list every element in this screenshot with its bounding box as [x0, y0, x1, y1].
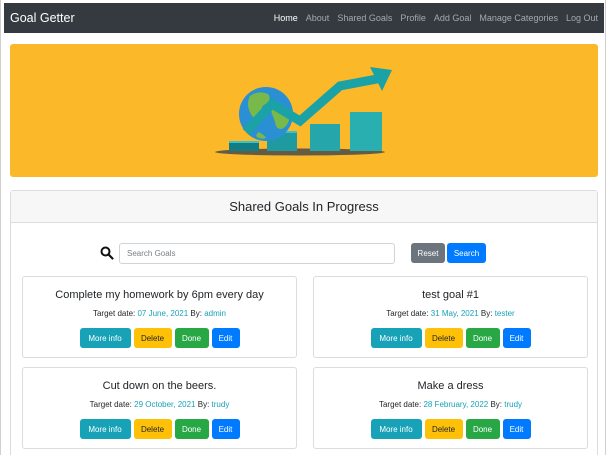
goal-date: 28 February, 2022	[423, 400, 489, 409]
by-label: By:	[480, 309, 493, 318]
done-button[interactable]: Done	[174, 419, 209, 439]
page: Goal Getter Home About Shared Goals Prof…	[0, 0, 606, 455]
delete-button[interactable]: Delete	[424, 328, 463, 348]
edit-button[interactable]: Edit	[502, 328, 531, 348]
card-header: Shared Goals In Progress	[11, 191, 597, 223]
done-button[interactable]: Done	[465, 328, 500, 348]
goal-user-link[interactable]: admin	[204, 309, 226, 318]
reset-button[interactable]: Reset	[411, 243, 445, 263]
by-label: By:	[197, 400, 210, 409]
more-info-button[interactable]: More info	[79, 419, 131, 439]
nav-about[interactable]: About	[306, 13, 330, 23]
nav-manage-categories[interactable]: Manage Categories	[479, 13, 558, 23]
goal-actions: More info Delete Done Edit	[314, 419, 587, 439]
goal-meta: Target date: 28 February, 2022 By: trudy	[314, 400, 587, 409]
edit-button[interactable]: Edit	[502, 419, 531, 439]
goal-meta: Target date: 31 May, 2021 By: tester	[314, 309, 587, 318]
nav-shared-goals[interactable]: Shared Goals	[337, 13, 392, 23]
goal-actions: More info Delete Done Edit	[23, 328, 296, 348]
goal-card: Cut down on the beers. Target date: 29 O…	[22, 367, 297, 449]
delete-button[interactable]: Delete	[133, 328, 172, 348]
hero-banner	[10, 44, 598, 177]
growth-chart-illustration	[215, 67, 392, 156]
goal-card: Complete my homework by 6pm every day Ta…	[22, 276, 297, 358]
target-date-label: Target date:	[386, 309, 429, 318]
goal-date: 29 October, 2021	[134, 400, 196, 409]
search-button[interactable]: Search	[447, 243, 486, 263]
nav-home[interactable]: Home	[274, 13, 298, 23]
goal-actions: More info Delete Done Edit	[314, 328, 587, 348]
nav-profile[interactable]: Profile	[400, 13, 426, 23]
goal-actions: More info Delete Done Edit	[23, 419, 296, 439]
goal-title: Cut down on the beers.	[102, 380, 217, 392]
delete-button[interactable]: Delete	[133, 419, 172, 439]
target-date-label: Target date:	[89, 400, 132, 409]
brand-link[interactable]: Goal Getter	[10, 11, 75, 25]
goal-date: 07 June, 2021	[137, 309, 189, 318]
goal-user-link[interactable]: trudy	[504, 400, 522, 409]
edit-button[interactable]: Edit	[211, 328, 240, 348]
goal-user-link[interactable]: trudy	[212, 400, 230, 409]
goal-card: test goal #1 Target date: 31 May, 2021 B…	[313, 276, 588, 358]
target-date-label: Target date:	[378, 400, 422, 409]
done-button[interactable]: Done	[174, 328, 209, 348]
goal-date: 31 May, 2021	[430, 309, 479, 318]
more-info-button[interactable]: More info	[79, 328, 131, 348]
edit-button[interactable]: Edit	[211, 419, 240, 439]
search-icon	[100, 246, 114, 260]
goal-card: Make a dress Target date: 28 February, 2…	[313, 367, 588, 449]
delete-button[interactable]: Delete	[424, 419, 463, 439]
navbar: Goal Getter Home About Shared Goals Prof…	[4, 3, 604, 33]
goal-title: Complete my homework by 6pm every day	[55, 289, 264, 301]
nav-log-out[interactable]: Log Out	[566, 13, 598, 23]
goal-title: Make a dress	[417, 380, 484, 392]
more-info-button[interactable]: More info	[370, 419, 422, 439]
more-info-button[interactable]: More info	[370, 328, 422, 348]
nav-links: Home About Shared Goals Profile Add Goal…	[266, 13, 598, 23]
nav-add-goal[interactable]: Add Goal	[434, 13, 472, 23]
goal-user-link[interactable]: tester	[495, 309, 515, 318]
goal-meta: Target date: 29 October, 2021 By: trudy	[23, 400, 296, 409]
search-input[interactable]	[119, 243, 395, 264]
goal-meta: Target date: 07 June, 2021 By: admin	[23, 309, 296, 318]
shared-goals-card: Shared Goals In Progress Reset Search Co…	[10, 190, 598, 455]
by-label: By:	[490, 400, 503, 409]
goal-title: test goal #1	[422, 289, 479, 301]
done-button[interactable]: Done	[465, 419, 500, 439]
by-label: By:	[190, 309, 202, 318]
target-date-label: Target date:	[92, 309, 136, 318]
